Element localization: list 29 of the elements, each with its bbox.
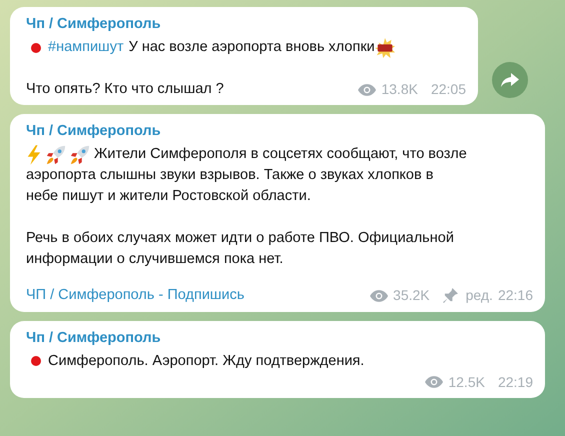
- message-text: У нас возле аэропорта вновь хлопки: [128, 38, 375, 57]
- message-text: Речь в обоих случаях может идти о работе ПВО. Официальной: [26, 229, 454, 248]
- rocket-icon: [46, 144, 66, 164]
- eye-icon: [425, 376, 444, 388]
- message-time: 22:05: [430, 80, 466, 99]
- message-text: аэропорта слышны звуки взрывов. Также о звуках хлопков в: [26, 166, 434, 185]
- eye-icon: [358, 84, 376, 96]
- message-text: Жители Симферополя в соцсетях сообщают, что возле: [94, 145, 467, 164]
- message-time: 22:19: [498, 372, 533, 392]
- message-text: небе пишут и жители Ростовской области.: [26, 187, 311, 206]
- view-count: 35.2K: [393, 286, 430, 306]
- message-text: информации о случившемся пока нет.: [26, 250, 284, 269]
- lightning-icon: [26, 144, 42, 164]
- message-text: Симферополь. Аэропорт. Жду подтверждения.: [48, 352, 364, 371]
- hashtag-link[interactable]: #нампишут: [48, 37, 124, 58]
- view-count: 12.5K: [448, 372, 485, 392]
- channel-name[interactable]: Чп / Симферополь: [26, 328, 161, 349]
- rocket-icon: [70, 144, 90, 164]
- share-button[interactable]: [492, 62, 528, 98]
- edited-label: ред.: [466, 286, 493, 306]
- share-arrow-icon: [501, 73, 519, 87]
- message-time: 22:16: [498, 286, 533, 306]
- channel-name[interactable]: Чп / Симферополь: [26, 14, 161, 35]
- channel-name[interactable]: Чп / Симферополь: [26, 121, 161, 142]
- subscribe-link[interactable]: ЧП / Симферополь - Подпишись: [26, 285, 244, 307]
- view-count: 13.8K: [381, 80, 418, 99]
- eye-icon: [370, 290, 388, 302]
- message-text: Что опять? Кто что слышал ?: [26, 80, 224, 99]
- explosion-icon: [374, 38, 395, 58]
